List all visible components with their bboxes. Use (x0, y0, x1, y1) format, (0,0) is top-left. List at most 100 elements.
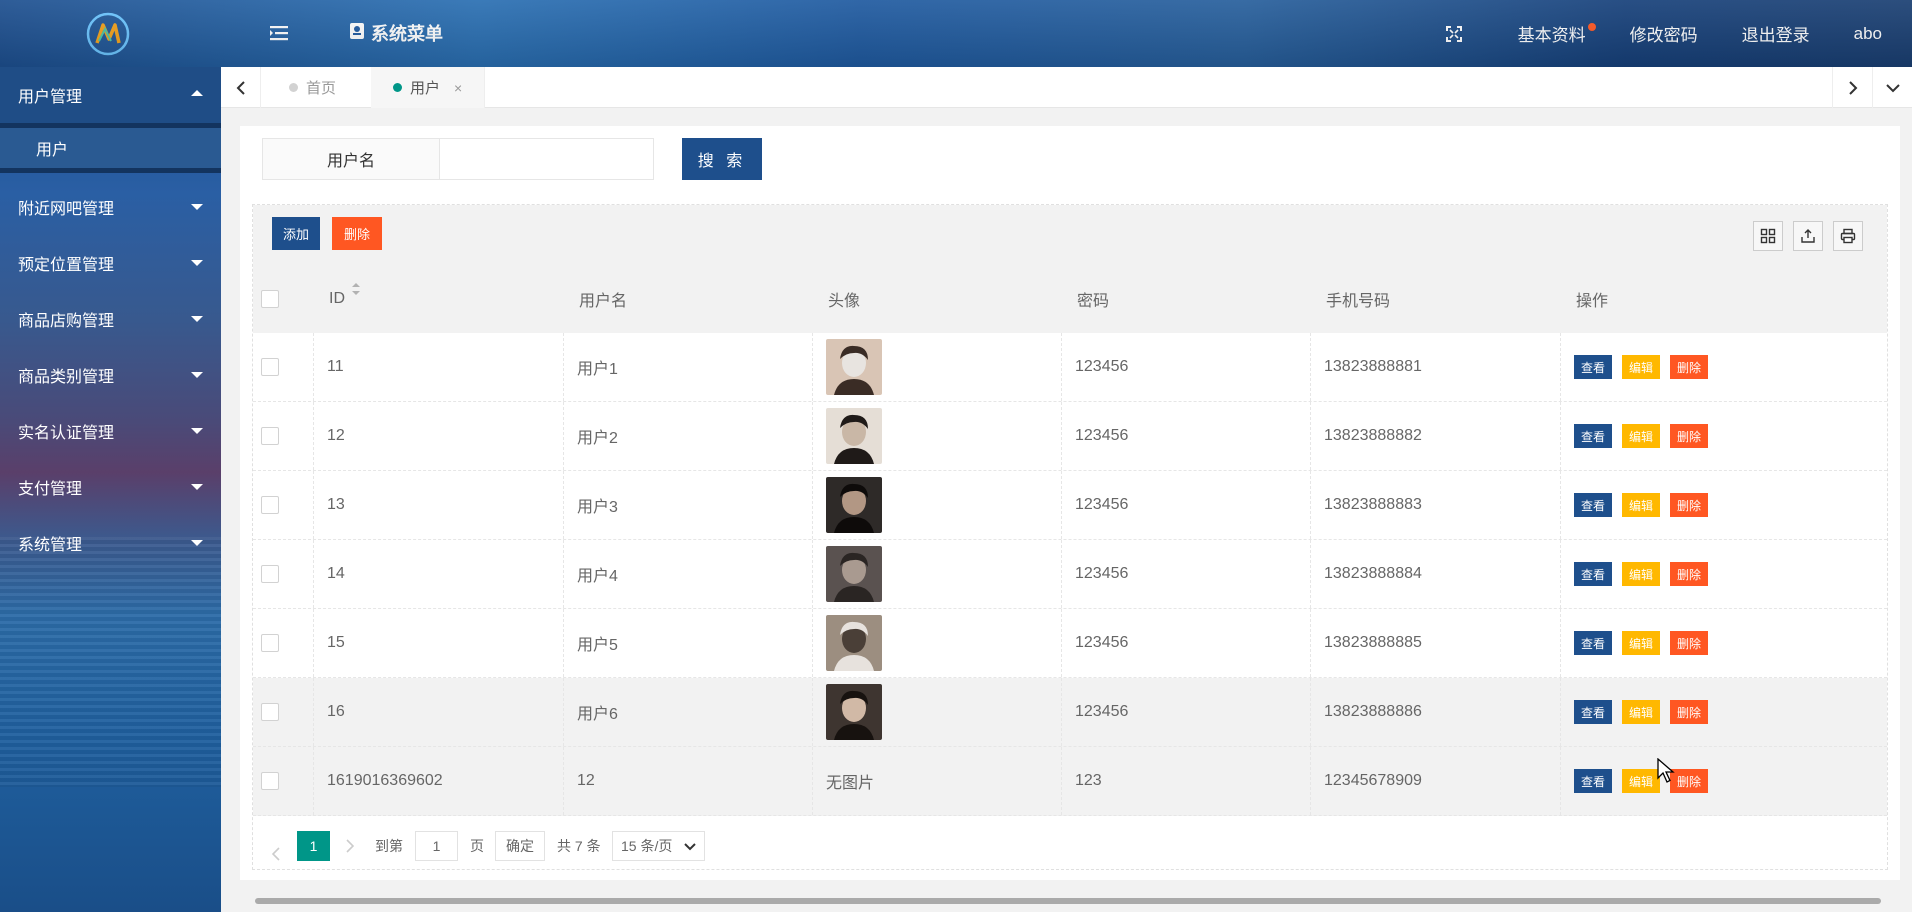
next-page-icon[interactable] (340, 831, 360, 861)
cell-username: 用户3 (577, 499, 618, 516)
delete-button[interactable]: 删除 (1670, 424, 1709, 448)
tab-home[interactable]: 首页 (289, 67, 336, 108)
sidebar-item-category[interactable]: 商品类别管理 (0, 347, 221, 403)
checkbox-cell (255, 471, 285, 539)
delete-button[interactable]: 删除 (1670, 562, 1709, 586)
chevron-down-icon (191, 372, 203, 378)
add-button[interactable]: 添加 (272, 217, 320, 250)
column-divider (563, 471, 564, 539)
view-button[interactable]: 查看 (1574, 355, 1613, 379)
search-button[interactable]: 搜 索 (682, 138, 762, 180)
view-button[interactable]: 查看 (1574, 424, 1613, 448)
sidebar-item-label: 商品类别管理 (18, 369, 115, 386)
tab-dropdown-icon[interactable] (1872, 67, 1912, 108)
sidebar-item-reservation[interactable]: 预定位置管理 (0, 235, 221, 291)
tab-scroll-right-icon[interactable] (1832, 67, 1872, 108)
page-number-input[interactable]: 1 (415, 831, 458, 861)
delete-button[interactable]: 删除 (1670, 355, 1709, 379)
row-checkbox[interactable] (261, 703, 279, 721)
avatar-image[interactable] (826, 546, 882, 602)
row-checkbox[interactable] (261, 772, 279, 790)
sidebar: 用户管理 用户 附近网吧管理 预定位置管理 商品店购管理 商品类别管理 实名认证… (0, 67, 221, 912)
view-button[interactable]: 查看 (1574, 700, 1613, 724)
page-1-button[interactable]: 1 (297, 831, 330, 861)
edit-button[interactable]: 编辑 (1622, 355, 1661, 379)
logout-link[interactable]: 退出登录 (1720, 0, 1832, 67)
avatar-image[interactable] (826, 615, 882, 671)
sidebar-item-label: 系统管理 (18, 537, 83, 554)
edit-button[interactable]: 编辑 (1622, 631, 1661, 655)
column-divider (1560, 609, 1561, 677)
edit-button[interactable]: 编辑 (1622, 700, 1661, 724)
tab-user[interactable]: 用户 × (371, 67, 486, 108)
column-divider (1061, 471, 1062, 539)
column-divider (1310, 747, 1311, 815)
view-button[interactable]: 查看 (1574, 631, 1613, 655)
row-checkbox[interactable] (261, 427, 279, 445)
delete-button[interactable]: 删除 (1670, 700, 1709, 724)
horizontal-scrollbar[interactable] (255, 898, 1881, 904)
checkbox-cell (255, 333, 285, 401)
print-icon[interactable] (1833, 221, 1863, 251)
column-divider (1560, 540, 1561, 608)
view-button[interactable]: 查看 (1574, 562, 1613, 586)
edit-button[interactable]: 编辑 (1622, 424, 1661, 448)
cell-actions: 查看 编辑 删除 (1574, 471, 1718, 539)
goto-confirm-button[interactable]: 确定 (495, 831, 545, 861)
username-display[interactable]: abo (1832, 0, 1912, 67)
export-icon[interactable] (1793, 221, 1823, 251)
columns-filter-icon[interactable] (1753, 221, 1783, 251)
sidebar-item-system[interactable]: 系统管理 (0, 515, 221, 571)
sort-icon[interactable] (351, 282, 361, 301)
profile-link[interactable]: 基本资料 (1496, 0, 1608, 67)
tab-scroll-left-icon[interactable] (221, 67, 261, 108)
edit-button[interactable]: 编辑 (1622, 562, 1661, 586)
delete-button[interactable]: 删除 (1670, 493, 1709, 517)
fullscreen-icon[interactable] (1412, 0, 1496, 67)
cell-phone: 13823888881 (1324, 358, 1422, 375)
view-button[interactable]: 查看 (1574, 769, 1613, 793)
table-row: 15 用户5 123456 13823888885 查看 编辑 删除 (253, 609, 1887, 678)
delete-button[interactable]: 删除 (1670, 631, 1709, 655)
avatar-image[interactable] (826, 408, 882, 464)
sidebar-item-nearby-cafe[interactable]: 附近网吧管理 (0, 179, 221, 235)
pagination: 1 到第 1 页 确定 共 7 条 15 条/页 (252, 821, 1888, 871)
avatar-image[interactable] (826, 339, 882, 395)
menu-toggle-icon[interactable] (268, 22, 290, 44)
sidebar-item-payment[interactable]: 支付管理 (0, 459, 221, 515)
sidebar-item-shop[interactable]: 商品店购管理 (0, 291, 221, 347)
column-divider (563, 402, 564, 470)
app-logo (85, 11, 131, 57)
edit-button[interactable]: 编辑 (1622, 493, 1661, 517)
cell-password: 123456 (1075, 496, 1129, 513)
avatar-image[interactable] (826, 477, 882, 533)
sidebar-item-verification[interactable]: 实名认证管理 (0, 403, 221, 459)
username-search-input[interactable] (440, 138, 654, 180)
sidebar-item-user[interactable]: 用户 (0, 123, 221, 173)
prev-page-icon[interactable] (266, 839, 286, 869)
sidebar-group-user-management[interactable]: 用户管理 (0, 67, 221, 123)
batch-delete-button[interactable]: 删除 (332, 217, 382, 250)
checkbox-cell (255, 678, 285, 746)
delete-button[interactable]: 删除 (1670, 769, 1709, 793)
row-checkbox[interactable] (261, 496, 279, 514)
table-row: 11 用户1 123456 13823888881 查看 编辑 删除 (253, 333, 1887, 402)
tab-close-icon[interactable]: × (454, 80, 462, 96)
avatar-image[interactable] (826, 684, 882, 740)
row-checkbox[interactable] (261, 634, 279, 652)
column-divider (1061, 747, 1062, 815)
view-button[interactable]: 查看 (1574, 493, 1613, 517)
per-page-select[interactable]: 15 条/页 (612, 831, 705, 861)
data-table: 添加 删除 ID 用户名 头像 密码 手机号码 操作 11 用户1 123456… (252, 204, 1888, 904)
row-checkbox[interactable] (261, 565, 279, 583)
change-password-link[interactable]: 修改密码 (1608, 0, 1720, 67)
col-header-id[interactable]: ID (329, 265, 361, 333)
cell-actions: 查看 编辑 删除 (1574, 333, 1718, 401)
cell-phone: 13823888884 (1324, 565, 1422, 582)
select-all-checkbox[interactable] (261, 290, 279, 308)
edit-button[interactable]: 编辑 (1622, 769, 1661, 793)
cell-actions: 查看 编辑 删除 (1574, 678, 1718, 746)
row-checkbox[interactable] (261, 358, 279, 376)
chevron-down-icon (191, 260, 203, 266)
system-menu[interactable]: 系统菜单 (349, 20, 443, 46)
